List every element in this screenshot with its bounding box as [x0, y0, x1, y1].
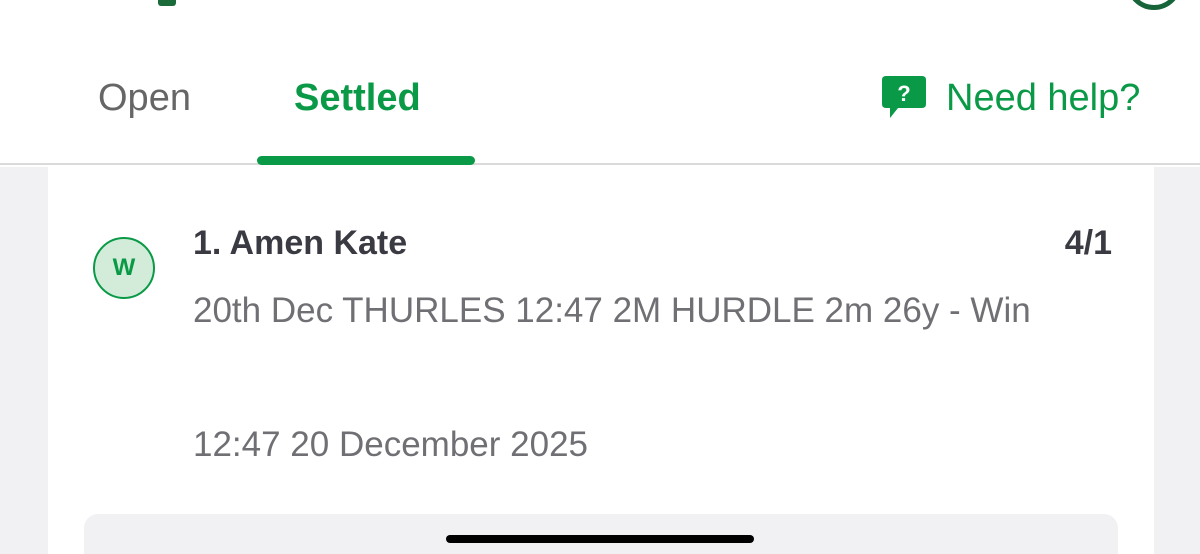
tab-settled[interactable]: Settled [294, 74, 421, 122]
help-chat-icon: ? [882, 76, 926, 118]
need-help-link[interactable]: ? Need help? [880, 74, 1140, 122]
selection-name: 1. Amen Kate [193, 224, 408, 262]
bet-odds: 4/1 [1064, 224, 1112, 262]
top-navigation: Open Settled ? Need help? [0, 0, 1200, 165]
tab-open[interactable]: Open [98, 74, 191, 122]
need-help-label: Need help? [946, 76, 1141, 119]
account-avatar[interactable] [1126, 0, 1182, 10]
bet-summary-panel [84, 514, 1118, 554]
bet-datetime: 12:47 20 December 2025 [193, 425, 588, 464]
app-logo [158, 0, 176, 6]
home-indicator[interactable] [446, 535, 754, 543]
active-tab-indicator [257, 156, 475, 165]
settled-bet-card[interactable]: W 1. Amen Kate 4/1 20th Dec THURLES 12:4… [48, 167, 1154, 554]
help-icon-glyph: ? [897, 81, 910, 106]
market-description: 20th Dec THURLES 12:47 2M HURDLE 2m 26y … [193, 291, 1031, 330]
win-result-badge: W [93, 237, 155, 299]
